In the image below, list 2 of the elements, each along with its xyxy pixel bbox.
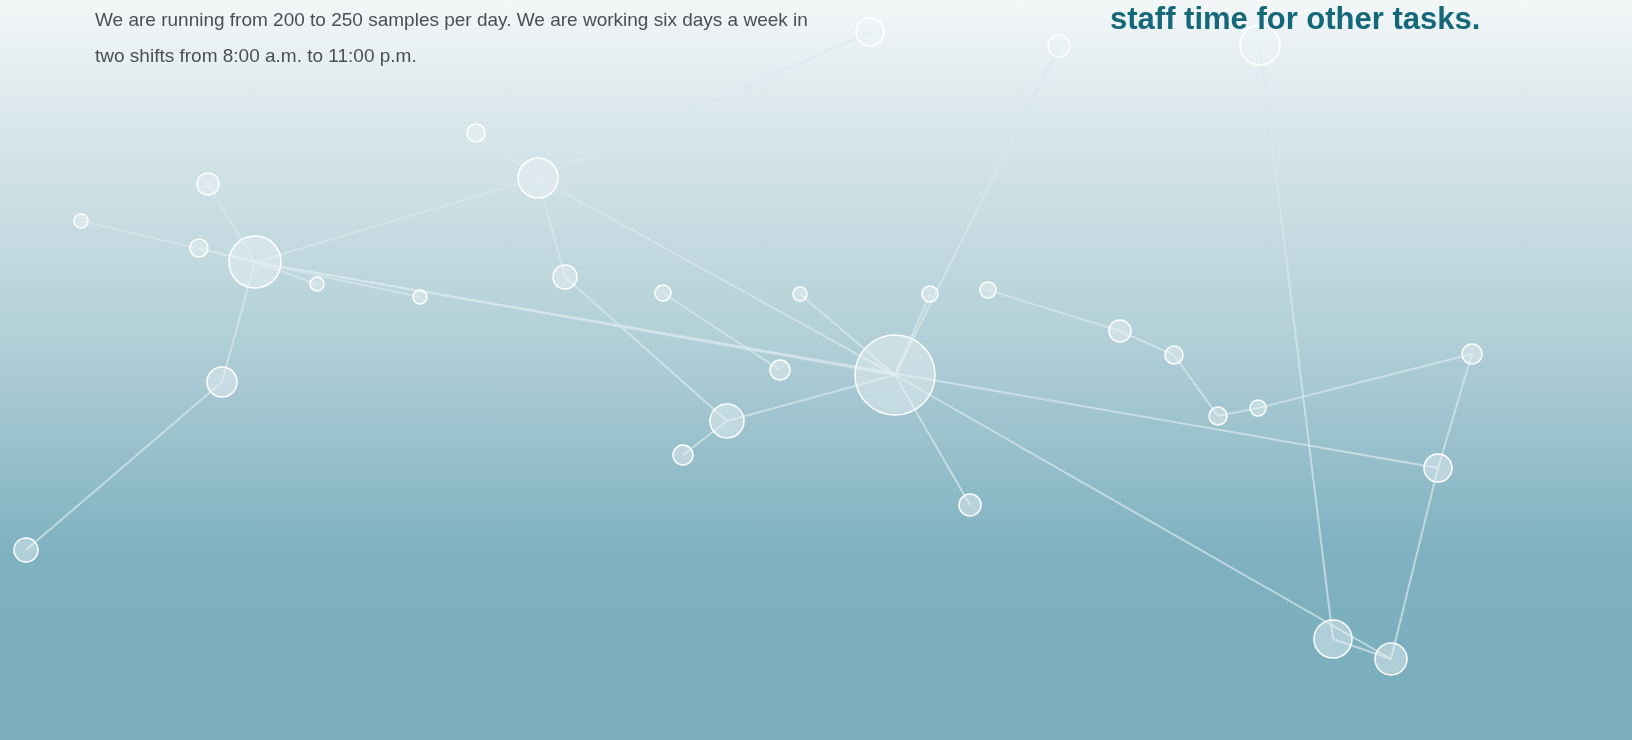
intro-paragraph: We are running from 200 to 250 samples per day. We are working six days a week in two shifts from 8:00 a.m. to 11:00 p.m. <box>95 8 809 68</box>
heading: staff time for other tasks. <box>1110 2 1481 37</box>
